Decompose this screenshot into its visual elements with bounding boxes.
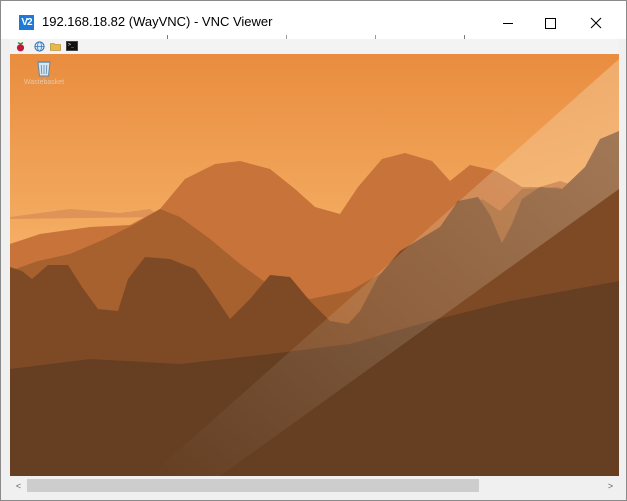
- close-button[interactable]: [573, 7, 619, 39]
- file-manager-icon[interactable]: [50, 41, 61, 52]
- remote-taskbar: >_: [10, 39, 619, 54]
- desktop-wallpaper: [10, 39, 619, 476]
- web-browser-icon[interactable]: [34, 41, 45, 52]
- desktop-icon-label: Wastebasket: [23, 79, 65, 86]
- minimize-icon: [503, 22, 513, 24]
- scroll-right-arrow-icon[interactable]: >: [602, 477, 619, 494]
- vnc-viewer-logo-icon: V2: [19, 15, 34, 30]
- maximize-button[interactable]: [527, 7, 573, 39]
- raspberry-pi-menu-icon[interactable]: [15, 41, 26, 52]
- horizontal-scrollbar[interactable]: < >: [10, 477, 619, 494]
- terminal-icon[interactable]: >_: [66, 41, 78, 51]
- minimize-button[interactable]: [485, 7, 531, 39]
- wastebasket-icon: [37, 61, 51, 77]
- title-bar[interactable]: V2 192.168.18.82 (WayVNC) - VNC Viewer: [1, 1, 626, 42]
- window-title: 192.168.18.82 (WayVNC) - VNC Viewer: [42, 14, 273, 29]
- scroll-left-arrow-label: <: [15, 480, 22, 491]
- scrollbar-thumb[interactable]: [27, 479, 479, 492]
- vnc-viewer-window: V2 192.168.18.82 (WayVNC) - VNC Viewer >…: [0, 0, 627, 501]
- scroll-left-arrow-icon[interactable]: <: [10, 477, 27, 494]
- close-icon: [590, 17, 602, 29]
- desktop-icon-wastebasket[interactable]: Wastebasket: [18, 59, 70, 86]
- scroll-right-arrow-label: >: [607, 480, 614, 491]
- terminal-prompt: >_: [68, 42, 75, 48]
- maximize-icon: [544, 17, 556, 29]
- remote-desktop-viewport[interactable]: >_ Wastebasket: [10, 39, 619, 476]
